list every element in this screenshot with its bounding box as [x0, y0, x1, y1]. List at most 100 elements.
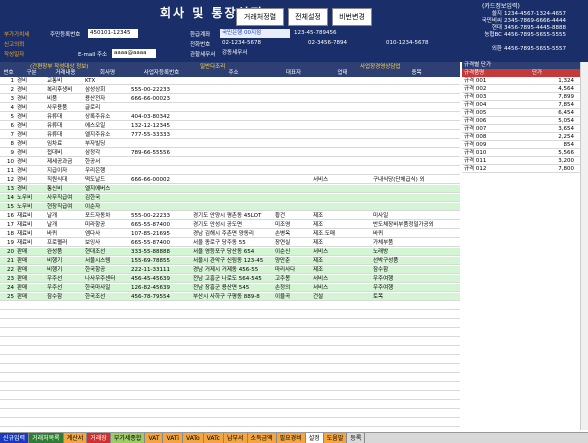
table-cell[interactable] [312, 158, 372, 166]
table-cell[interactable]: 현장직급여 [46, 203, 84, 211]
table-cell[interactable]: 777-55-33333 [130, 131, 192, 139]
tax-office-field[interactable]: 강동세무서 [220, 49, 290, 58]
table-cell[interactable]: 판매 [16, 257, 46, 265]
table-cell[interactable]: KTX [84, 77, 130, 85]
table-cell[interactable]: 13 [0, 185, 16, 193]
table-cell[interactable]: 경비 [16, 149, 46, 157]
table-row[interactable]: 3 경비 비품 용산전자 666-66-00023 [0, 95, 460, 103]
table-cell[interactable]: 한공서 [84, 158, 130, 166]
table-cell[interactable]: 서울시 관악구 신림동 123-45 [192, 257, 274, 265]
unit-price-row[interactable]: 규격 002 4,564 [462, 85, 588, 93]
table-row[interactable]: 1 경비 교통비 KTX [0, 77, 460, 85]
table-cell[interactable]: 서비스 [312, 176, 372, 184]
table-cell[interactable]: 경기도 안성시 공도면 [192, 221, 274, 229]
table-cell[interactable]: 양만춘 [274, 257, 312, 265]
table-cell[interactable]: 용산전자 [84, 95, 130, 103]
column-header[interactable]: 거래내용 [46, 69, 84, 77]
table-cell[interactable]: 456-45-45639 [130, 275, 192, 283]
table-cell[interactable]: 107-85-21695 [130, 230, 192, 238]
table-cell[interactable]: 건설 [312, 293, 372, 301]
unit-price-row[interactable]: 규격 003 7,899 [462, 93, 588, 101]
table-cell[interactable]: 노무비 [16, 194, 46, 202]
table-cell[interactable]: 경비 [16, 131, 46, 139]
table-cell[interactable] [312, 131, 372, 139]
table-cell[interactable]: 가체부품 [372, 239, 460, 247]
table-cell[interactable] [192, 158, 274, 166]
phone-field-2[interactable]: 02-3456-7894 [306, 39, 376, 48]
table-row[interactable]: 21 판매 비행기 서울시스템 155-69-78855 서울시 관악구 신림동 123-… [0, 257, 460, 265]
unit-price-row[interactable]: 규격 007 3,654 [462, 125, 588, 133]
table-cell[interactable]: 222-11-33111 [130, 266, 192, 274]
table-cell[interactable]: 20 [0, 248, 16, 256]
table-cell[interactable] [192, 95, 274, 103]
phone-field-3[interactable]: 010-1234-5678 [384, 39, 456, 48]
table-cell[interactable] [274, 167, 312, 175]
table-cell[interactable]: 제조 [312, 221, 372, 229]
table-cell[interactable]: 전남 고흥군 나로도 564-545 [192, 275, 274, 283]
table-cell[interactable] [312, 122, 372, 130]
table-cell[interactable]: 토목 [372, 293, 460, 301]
table-cell[interactable] [192, 122, 274, 130]
table-cell[interactable]: 9 [0, 149, 16, 157]
table-cell[interactable] [274, 140, 312, 148]
table-cell[interactable] [312, 149, 372, 157]
table-cell[interactable] [372, 203, 460, 211]
table-cell[interactable]: 6 [0, 122, 16, 130]
table-cell[interactable]: 나사우주센터 [84, 275, 130, 283]
empty-row[interactable] [0, 347, 460, 355]
empty-row[interactable] [0, 302, 460, 310]
table-cell[interactable] [274, 113, 312, 121]
table-cell[interactable] [372, 185, 460, 193]
table-cell[interactable]: 2 [0, 86, 16, 94]
table-cell[interactable] [312, 104, 372, 112]
table-row[interactable]: 22 판매 비행기 한국항공 222-11-33111 경남 거제시 거제동 456-55… [0, 266, 460, 274]
table-cell[interactable]: 666-66-00023 [130, 95, 192, 103]
table-cell[interactable]: 333-55-88888 [130, 248, 192, 256]
table-cell[interactable]: 상록주유소 [84, 113, 130, 121]
table-cell[interactable] [274, 149, 312, 157]
table-cell[interactable]: 판매 [16, 293, 46, 301]
table-row[interactable]: 25 판매 잠수함 한국조선 456-78-79554 부산시 사하구 구평동 889-8… [0, 293, 460, 301]
table-cell[interactable]: 이순신 [274, 248, 312, 256]
column-header[interactable]: 사업자등록번호 [130, 69, 192, 77]
table-cell[interactable]: 바퀴 [46, 230, 84, 238]
table-row[interactable]: 5 경비 유류대 상록주유소 404-03-80342 [0, 113, 460, 121]
table-cell[interactable] [312, 86, 372, 94]
table-cell[interactable]: 제세공과금 [46, 158, 84, 166]
table-cell[interactable]: 에스오일 [84, 122, 130, 130]
empty-row[interactable] [0, 374, 460, 382]
table-cell[interactable] [130, 203, 192, 211]
sheet-tab[interactable]: 납부서 [223, 433, 248, 443]
table-cell[interactable] [372, 104, 460, 112]
table-cell[interactable]: 엠다사 [84, 230, 130, 238]
table-cell[interactable] [192, 140, 274, 148]
table-cell[interactable] [130, 158, 192, 166]
table-cell[interactable]: 잠수함 [372, 266, 460, 274]
table-cell[interactable]: 황건 [274, 212, 312, 220]
table-cell[interactable]: 바퀴 [372, 230, 460, 238]
table-cell[interactable] [274, 203, 312, 211]
table-cell[interactable]: 구내식당(단체급식) 외 [372, 176, 460, 184]
table-cell[interactable] [130, 140, 192, 148]
table-cell[interactable]: 665-55-87400 [130, 221, 192, 229]
table-cell[interactable] [312, 185, 372, 193]
sheet-tab[interactable]: 도움말 [323, 433, 348, 443]
table-cell[interactable] [312, 194, 372, 202]
table-cell[interactable] [192, 77, 274, 85]
table-cell[interactable]: 노무비 [16, 203, 46, 211]
table-cell[interactable]: 노래방 [372, 248, 460, 256]
table-cell[interactable]: 우주여행 [372, 275, 460, 283]
table-cell[interactable]: 프로펠러 [46, 239, 84, 247]
table-cell[interactable]: 789-66-55556 [130, 149, 192, 157]
table-cell[interactable]: 서울시스템 [84, 257, 130, 265]
empty-row[interactable] [0, 356, 460, 364]
table-cell[interactable]: 22 [0, 266, 16, 274]
table-cell[interactable] [372, 149, 460, 157]
table-cell[interactable]: 555-00-22233 [130, 212, 192, 220]
table-cell[interactable]: 판매 [16, 275, 46, 283]
table-cell[interactable] [274, 176, 312, 184]
table-row[interactable]: 11 경비 지급이자 우리은행 [0, 167, 460, 175]
table-cell[interactable] [372, 113, 460, 121]
empty-row[interactable] [0, 338, 460, 346]
table-cell[interactable] [130, 194, 192, 202]
